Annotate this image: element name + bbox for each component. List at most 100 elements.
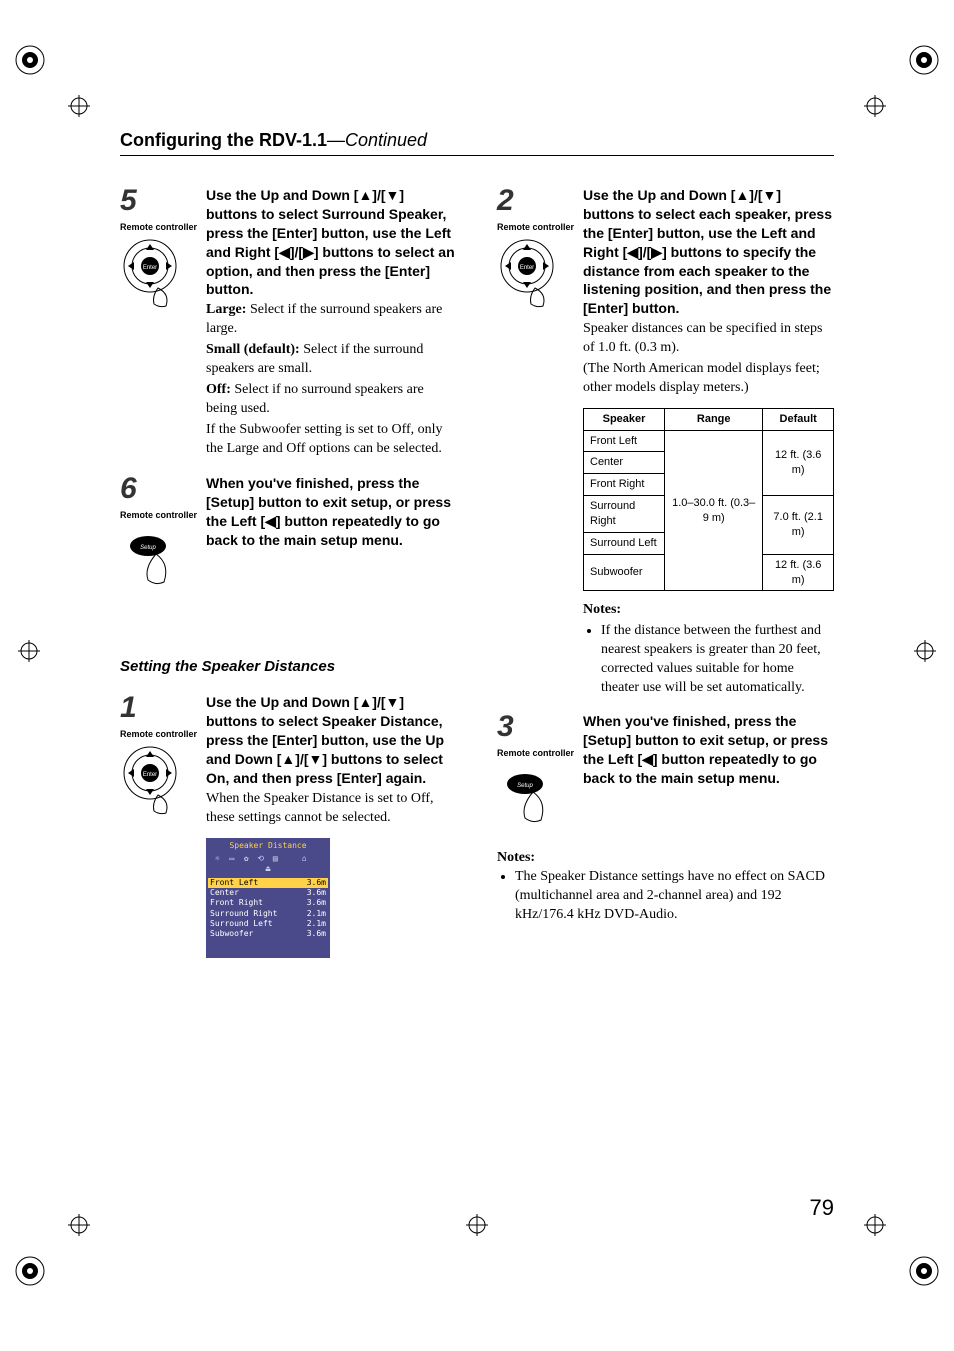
section-title: Configuring the RDV-1.1—Continued (120, 130, 834, 156)
step-1-tail: When the Speaker Distance is set to Off,… (206, 790, 457, 828)
distance-table: Speaker Range Default Front Left 1.0–30.… (583, 408, 834, 592)
notes-list: The Speaker Distance settings have no ef… (497, 868, 834, 925)
content-columns: 5 Remote controller Enter (120, 186, 834, 972)
osd-tab-icon: ▭ (225, 855, 239, 865)
subsection-title: Setting the Speaker Distances (120, 658, 457, 675)
osd-tab-icon: ☼ (210, 855, 224, 865)
td-speaker: Surround Right (584, 496, 665, 533)
osd-row: Front Right 3.6m (208, 898, 328, 908)
step-3-instruction: When you've finished, press the [Setup] … (583, 712, 834, 788)
note-item: The Speaker Distance settings have no ef… (515, 868, 834, 925)
registration-mark-icon (10, 1251, 50, 1291)
step-2: 2 Remote controller Enter (497, 186, 834, 698)
step-1-instruction: Use the Up and Down [▲]/[▼] buttons to s… (206, 693, 457, 787)
crosshair-icon (18, 640, 40, 662)
step-number: 2 (497, 186, 583, 216)
step-5-instruction: Use the Up and Down [▲]/[▼] buttons to s… (206, 186, 457, 299)
td-default: 7.0 ft. (2.1 m) (763, 496, 834, 555)
osd-tab-icons: ☼ ▭ ✿ ⟲ ▤ ⌂ ⏏ (208, 854, 328, 878)
remote-controller-label: Remote controller (120, 222, 206, 232)
step-1: 1 Remote controller Enter (120, 693, 457, 957)
osd-row-value: 3.6m (307, 888, 326, 898)
remote-setup-icon: Setup (120, 524, 186, 598)
crosshair-icon (914, 640, 936, 662)
step-number: 3 (497, 712, 583, 742)
osd-row-name: Center (210, 888, 239, 898)
notes-heading: Notes: (583, 601, 834, 620)
td-speaker: Subwoofer (584, 554, 665, 591)
osd-row-value: 3.6m (307, 898, 326, 908)
remote-dpad-icon: Enter (120, 743, 186, 817)
step-number: 5 (120, 186, 206, 216)
svg-text:Enter: Enter (143, 265, 157, 271)
svg-text:Setup: Setup (140, 545, 156, 551)
step-number: 1 (120, 693, 206, 723)
osd-row-value: 2.1m (307, 909, 326, 919)
crosshair-icon (68, 95, 90, 117)
remote-controller-label: Remote controller (120, 729, 206, 739)
step-6: 6 Remote controller Setup When you've fi… (120, 474, 457, 598)
osd-row: Surround Right 2.1m (208, 909, 328, 919)
step-2-body-1: Speaker distances can be specified in st… (583, 320, 834, 358)
step-3: 3 Remote controller Setup When you've fi… (497, 712, 834, 836)
td-speaker: Front Left (584, 430, 665, 452)
osd-tab-icon: ⌂ (297, 855, 311, 865)
svg-text:Enter: Enter (143, 772, 157, 778)
remote-dpad-icon: Enter (497, 236, 563, 310)
td-speaker: Front Right (584, 474, 665, 496)
option-off-label: Off: (206, 382, 231, 397)
remote-controller-label: Remote controller (497, 222, 583, 232)
osd-row-value: 2.1m (307, 919, 326, 929)
registration-mark-icon (904, 40, 944, 80)
osd-row-value: 3.6m (307, 929, 326, 939)
th-speaker: Speaker (584, 408, 665, 430)
option-small-label: Small (default): (206, 342, 300, 357)
td-speaker: Surround Left (584, 532, 665, 554)
osd-title: Speaker Distance (208, 840, 328, 854)
option-large-label: Large: (206, 302, 246, 317)
osd-row-name: Front Right (210, 898, 263, 908)
step-number: 6 (120, 474, 206, 504)
osd-tab-icon (283, 855, 297, 865)
osd-tab-icon (312, 855, 326, 865)
crosshair-icon (864, 95, 886, 117)
osd-row: Center 3.6m (208, 888, 328, 898)
osd-row-value: 3.6m (307, 878, 326, 888)
th-default: Default (763, 408, 834, 430)
step-6-instruction: When you've finished, press the [Setup] … (206, 474, 457, 550)
remote-controller-label: Remote controller (120, 510, 206, 520)
osd-tab-icon: ▤ (268, 855, 282, 865)
notes-list: If the distance between the furthest and… (583, 622, 834, 698)
crosshair-icon (864, 1214, 886, 1236)
step-2-body-2: (The North American model displays feet;… (583, 360, 834, 398)
svg-text:Enter: Enter (520, 265, 534, 271)
osd-row-name: Surround Right (210, 909, 277, 919)
manual-page: Configuring the RDV-1.1—Continued 5 Remo… (0, 0, 954, 1351)
registration-mark-icon (904, 1251, 944, 1291)
td-speaker: Center (584, 452, 665, 474)
osd-tab-icon: ⟲ (254, 855, 268, 865)
th-range: Range (665, 408, 763, 430)
page-number: 79 (810, 1195, 834, 1221)
section-title-main: Configuring the RDV-1.1 (120, 130, 327, 150)
osd-screenshot: Speaker Distance ☼ ▭ ✿ ⟲ ▤ ⌂ ⏏ Fro (206, 838, 330, 958)
registration-mark-icon (10, 40, 50, 80)
osd-row: Front Left 3.6m (208, 878, 328, 888)
osd-tab-icon: ⏏ (261, 865, 275, 875)
svg-text:Setup: Setup (517, 783, 533, 789)
osd-row: Subwoofer 3.6m (208, 929, 328, 939)
crosshair-icon (68, 1214, 90, 1236)
crosshair-icon (466, 1214, 488, 1236)
osd-row: Surround Left 2.1m (208, 919, 328, 929)
remote-setup-icon: Setup (497, 762, 563, 836)
step-2-instruction: Use the Up and Down [▲]/[▼] buttons to s… (583, 186, 834, 318)
osd-row-name: Front Left (210, 878, 258, 888)
td-range: 1.0–30.0 ft. (0.3–9 m) (665, 430, 763, 591)
osd-row-name: Subwoofer (210, 929, 253, 939)
osd-tab-icon: ✿ (239, 855, 253, 865)
remote-dpad-icon: Enter (120, 236, 186, 310)
osd-row-name: Surround Left (210, 919, 273, 929)
section-title-continued: —Continued (327, 130, 427, 150)
footer-notes: Notes: The Speaker Distance settings hav… (497, 850, 834, 925)
step-5-tail: If the Subwoofer setting is set to Off, … (206, 421, 457, 459)
